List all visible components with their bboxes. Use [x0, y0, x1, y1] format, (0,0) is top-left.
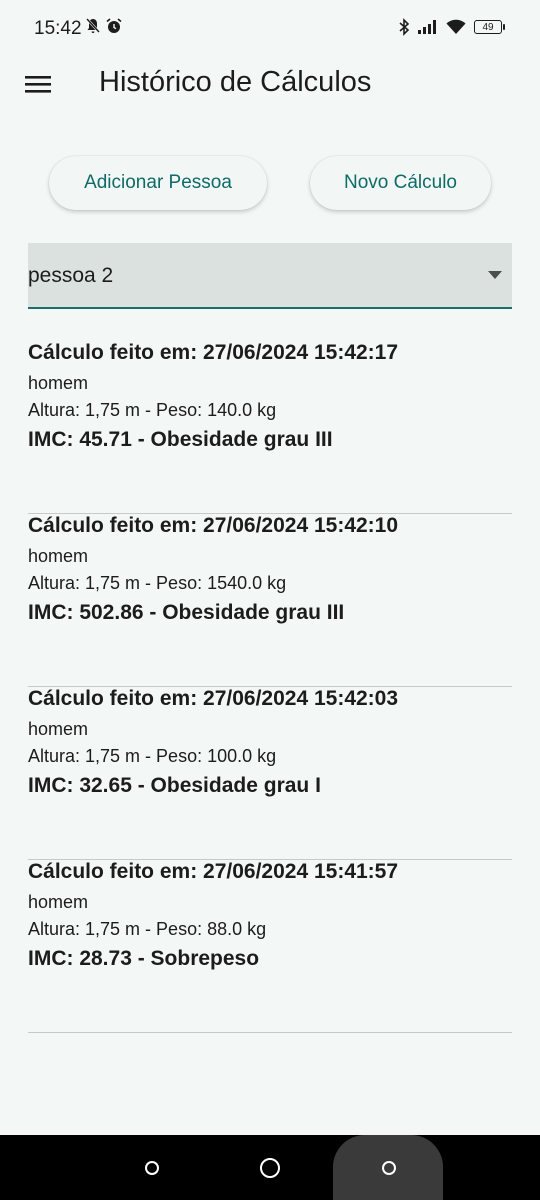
calc-measurements: Altura: 1,75 m - Peso: 140.0 kg — [28, 400, 277, 420]
calc-imc-result: IMC: 28.73 - Sobrepeso — [28, 947, 260, 970]
alarm-icon — [106, 18, 122, 33]
calc-gender: homem — [28, 892, 89, 912]
add-person-button[interactable]: Adicionar Pessoa — [49, 156, 267, 210]
history-item: Cálculo feito em: 27/06/2024 15:42:17 ho… — [28, 341, 512, 514]
nav-recents-button[interactable] — [382, 1161, 396, 1175]
status-bar: 15:42 49 — [0, 0, 540, 60]
history-item: Cálculo feito em: 27/06/2024 15:41:57 ho… — [28, 860, 512, 1033]
new-calculation-button[interactable]: Novo Cálculo — [310, 156, 491, 210]
calc-measurements: Altura: 1,75 m - Peso: 100.0 kg — [28, 746, 277, 766]
nav-home-button[interactable] — [260, 1158, 280, 1178]
app-bar: Histórico de Cálculos — [0, 60, 540, 108]
notifications-off-icon — [86, 18, 100, 33]
calc-gender: homem — [28, 373, 89, 393]
system-nav-bar — [0, 1135, 540, 1200]
calc-imc-result: IMC: 45.71 - Obesidade grau III — [28, 428, 333, 451]
dropdown-selected-value: pessoa 2 — [28, 264, 114, 287]
calc-imc-result: IMC: 32.65 - Obesidade grau I — [28, 774, 321, 797]
calc-measurements: Altura: 1,75 m - Peso: 1540.0 kg — [28, 573, 287, 593]
history-item: Cálculo feito em: 27/06/2024 15:42:10 ho… — [28, 514, 512, 687]
signal-icon — [418, 20, 436, 34]
nav-back-button[interactable] — [145, 1161, 159, 1175]
calc-measurements: Altura: 1,75 m - Peso: 88.0 kg — [28, 919, 267, 939]
calc-gender: homem — [28, 719, 89, 739]
calc-imc-result: IMC: 502.86 - Obesidade grau III — [28, 601, 345, 624]
arrow-drop-down-icon — [488, 271, 502, 279]
status-time: 15:42 — [34, 18, 82, 39]
bluetooth-icon — [399, 18, 410, 36]
wifi-icon — [446, 19, 466, 34]
calc-timestamp: Cálculo feito em: 27/06/2024 15:41:57 — [28, 860, 399, 883]
menu-button[interactable] — [24, 72, 52, 96]
calc-timestamp: Cálculo feito em: 27/06/2024 15:42:17 — [28, 341, 399, 364]
battery-icon: 49 — [474, 20, 505, 34]
page-title: Histórico de Cálculos — [99, 66, 372, 98]
history-item: Cálculo feito em: 27/06/2024 15:42:03 ho… — [28, 687, 512, 860]
calc-gender: homem — [28, 546, 89, 566]
hamburger-menu-icon — [25, 76, 51, 93]
person-dropdown[interactable]: pessoa 2 — [28, 243, 512, 309]
status-right-icons: 49 — [398, 18, 505, 36]
calc-timestamp: Cálculo feito em: 27/06/2024 15:42:03 — [28, 687, 399, 710]
calc-timestamp: Cálculo feito em: 27/06/2024 15:42:10 — [28, 514, 399, 537]
status-left-icons — [86, 18, 122, 34]
